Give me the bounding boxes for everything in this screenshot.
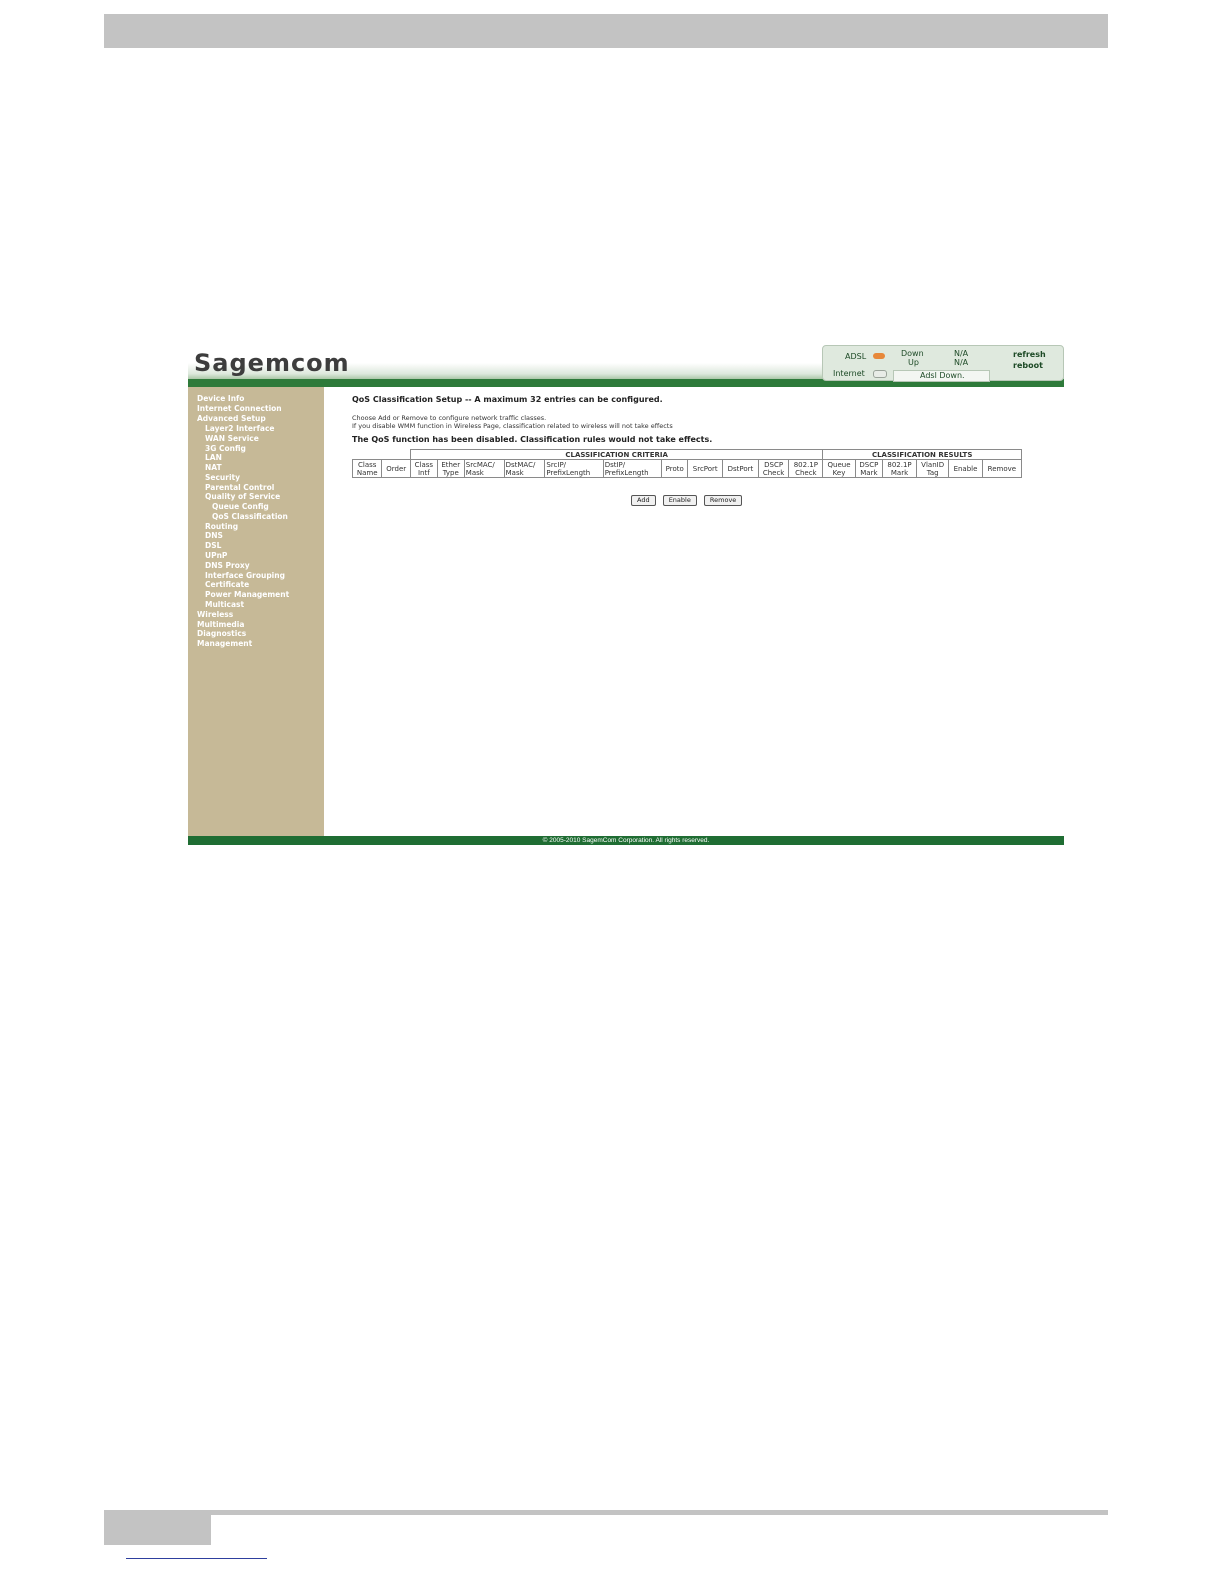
sidebar-item-security[interactable]: Security <box>205 473 240 482</box>
enable-button[interactable]: Enable <box>662 495 697 506</box>
col-8021p-check: 802.1P Check <box>788 459 824 478</box>
col-srcmac-mask: SrcMAC/Mask <box>463 459 505 478</box>
sidebar-item-diagnostics[interactable]: Diagnostics <box>197 629 246 638</box>
sidebar-item-interface-grouping[interactable]: Interface Grouping <box>205 571 285 580</box>
col-dstport: DstPort <box>722 459 759 478</box>
sidebar-item-wan-service[interactable]: WAN Service <box>205 434 259 443</box>
qos-classification-table: CLASSIFICATION CRITERIA CLASSIFICATION R… <box>351 449 1023 478</box>
sidebar-item-dns[interactable]: DNS <box>205 531 223 540</box>
col-ether-type: Ether Type <box>436 459 465 478</box>
sidebar-item-qos-classification[interactable]: QoS Classification <box>212 512 288 521</box>
sidebar-item-upnp[interactable]: UPnP <box>205 551 227 560</box>
sidebar-item-dsl[interactable]: DSL <box>205 541 221 550</box>
sidebar: Device Info Internet Connection Advanced… <box>188 387 324 836</box>
sidebar-item-internet-connection[interactable]: Internet Connection <box>197 404 282 413</box>
classification-criteria-header: CLASSIFICATION CRITERIA <box>409 449 824 460</box>
sidebar-item-dns-proxy[interactable]: DNS Proxy <box>205 561 250 570</box>
col-order: Order <box>381 459 411 478</box>
internet-label: Internet <box>833 369 865 378</box>
col-class-intf: Class Intf <box>409 459 438 478</box>
col-dscp-mark: DSCP Mark <box>854 459 884 478</box>
up-value: N/A <box>954 358 969 367</box>
description-line-1: Choose Add or Remove to configure networ… <box>352 414 547 422</box>
col-dstip-prefix: DstIP/PrefixLength <box>602 459 663 478</box>
col-dscp-check: DSCP Check <box>757 459 790 478</box>
sidebar-item-quality-of-service[interactable]: Quality of Service <box>205 492 280 501</box>
sidebar-item-wireless[interactable]: Wireless <box>197 610 233 619</box>
sidebar-item-queue-config[interactable]: Queue Config <box>212 502 269 511</box>
col-srcip-prefix: SrcIP/PrefixLength <box>544 459 604 478</box>
status-message: Adsl Down. <box>920 371 965 380</box>
col-enable: Enable <box>948 459 983 478</box>
qos-disabled-warning: The QoS function has been disabled. Clas… <box>352 435 713 444</box>
col-8021p-mark: 802.1P Mark <box>882 459 917 478</box>
col-queue-key: Queue Key <box>822 459 856 478</box>
page-title: QoS Classification Setup -- A maximum 32… <box>352 395 663 404</box>
sidebar-item-nat[interactable]: NAT <box>205 463 222 472</box>
action-buttons: Add Enable Remove <box>631 487 744 506</box>
doc-header-bar <box>104 14 1108 48</box>
sidebar-item-power-management[interactable]: Power Management <box>205 590 289 599</box>
up-label: Up <box>908 358 919 367</box>
sidebar-item-routing[interactable]: Routing <box>205 522 238 531</box>
reboot-link[interactable]: reboot <box>1013 361 1043 370</box>
adsl-label: ADSL <box>845 352 867 361</box>
status-message-box: Adsl Down. <box>893 370 990 382</box>
table-corner <box>352 449 411 460</box>
col-class-name: Class Name <box>351 459 383 478</box>
sidebar-item-multimedia[interactable]: Multimedia <box>197 620 244 629</box>
doc-footer-link-underline <box>126 1558 267 1559</box>
copyright-footer: © 2005-2010 SagemCom Corporation. All ri… <box>188 836 1064 845</box>
sidebar-item-lan[interactable]: LAN <box>205 453 222 462</box>
refresh-link[interactable]: refresh <box>1013 350 1046 359</box>
router-screenshot: Sagemcom ADSL Internet Down Up N/A N/A A… <box>188 343 1064 845</box>
sidebar-item-parental-control[interactable]: Parental Control <box>205 483 274 492</box>
col-srcport: SrcPort <box>687 459 724 478</box>
adsl-led-icon <box>873 353 885 359</box>
down-label: Down <box>901 349 924 358</box>
col-proto: Proto <box>661 459 689 478</box>
sidebar-item-layer2-interface[interactable]: Layer2 Interface <box>205 424 274 433</box>
classification-results-header: CLASSIFICATION RESULTS <box>822 449 1022 460</box>
sidebar-item-3g-config[interactable]: 3G Config <box>205 444 246 453</box>
sidebar-item-certificate[interactable]: Certificate <box>205 580 249 589</box>
status-panel: ADSL Internet Down Up N/A N/A Adsl Down.… <box>822 345 1064 382</box>
col-vlanid-tag: VlanID Tag <box>915 459 950 478</box>
col-remove: Remove <box>981 459 1023 478</box>
doc-footer-line <box>104 1510 1108 1515</box>
sidebar-item-management[interactable]: Management <box>197 639 252 648</box>
col-dstmac-mask: DstMAC/Mask <box>503 459 546 478</box>
sidebar-item-multicast[interactable]: Multicast <box>205 600 244 609</box>
add-button[interactable]: Add <box>631 495 656 506</box>
doc-footer-tab <box>104 1515 211 1545</box>
description-line-2: If you disable WMM function in Wireless … <box>352 422 673 430</box>
sidebar-item-device-info[interactable]: Device Info <box>197 394 244 403</box>
down-value: N/A <box>954 349 969 358</box>
main-content: QoS Classification Setup -- A maximum 32… <box>352 395 1052 444</box>
sagemcom-logo: Sagemcom <box>194 349 350 377</box>
sidebar-item-advanced-setup[interactable]: Advanced Setup <box>197 414 266 423</box>
internet-led-icon <box>873 370 887 378</box>
remove-button[interactable]: Remove <box>703 495 743 506</box>
